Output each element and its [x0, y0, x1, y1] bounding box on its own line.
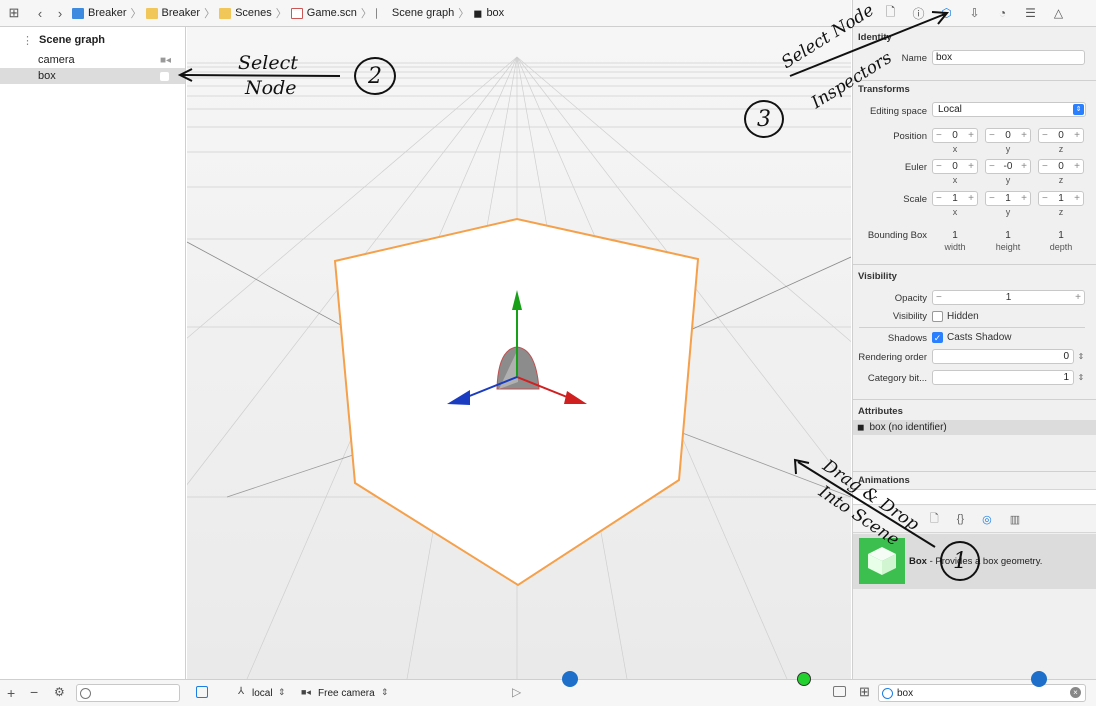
annotation-node-text: Node [245, 77, 297, 99]
annotation-select-text: Select [238, 52, 298, 74]
annotation-step-1: 1 [940, 541, 980, 581]
annotation-arrows [177, 11, 950, 548]
annotation-step-2: 2 [354, 57, 396, 95]
annotation-step-3: 3 [744, 100, 784, 138]
